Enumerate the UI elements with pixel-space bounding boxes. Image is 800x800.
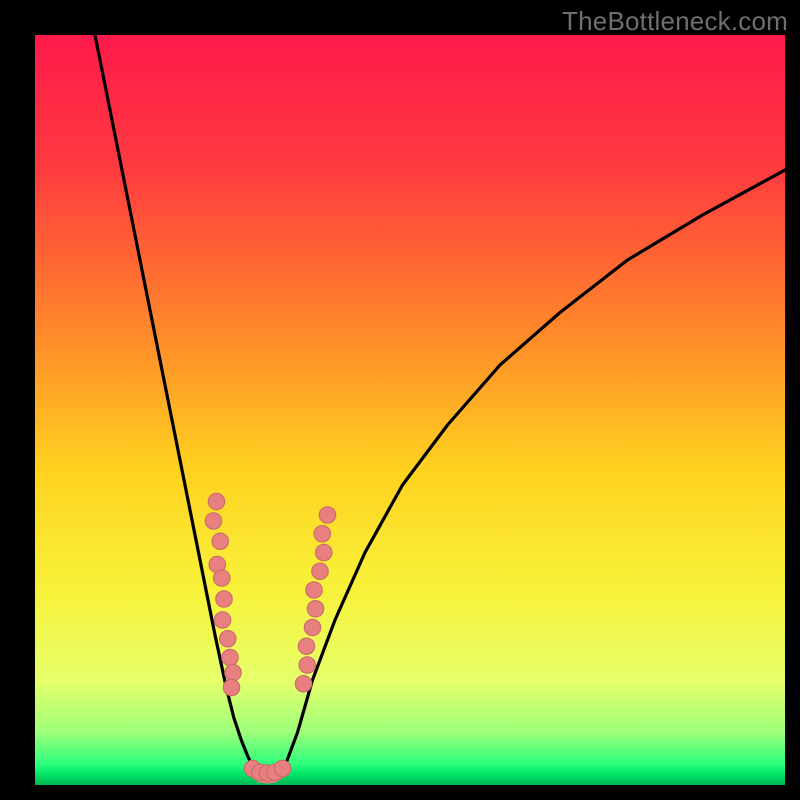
outer-frame: TheBottleneck.com [0,0,800,800]
scatter-point [312,563,329,580]
scatter-point [222,649,239,666]
scatter-point [299,657,316,674]
scatter-point [298,638,315,655]
watermark-text: TheBottleneck.com [562,6,788,37]
scatter-point [307,601,324,618]
scatter-point [304,619,321,636]
scatter-point [216,591,233,607]
plot-area [35,35,785,785]
scatter-point [212,533,229,550]
scatter-point [319,507,336,524]
scatter-point [295,676,312,693]
scatter-point [316,544,333,561]
scatter-point [214,570,231,587]
line-series-group [95,35,785,778]
scatter-point [223,679,240,696]
scatter-point [220,631,237,648]
scatter-point [225,664,242,681]
chart-svg [35,35,785,785]
scatter-point [306,582,323,599]
scatter-point [205,513,222,530]
scatter-point [214,612,231,629]
scatter-point [274,760,291,776]
scatter-points-group [205,493,336,781]
scatter-point [314,526,331,543]
series-right-branch [279,170,785,774]
scatter-point [208,493,225,510]
